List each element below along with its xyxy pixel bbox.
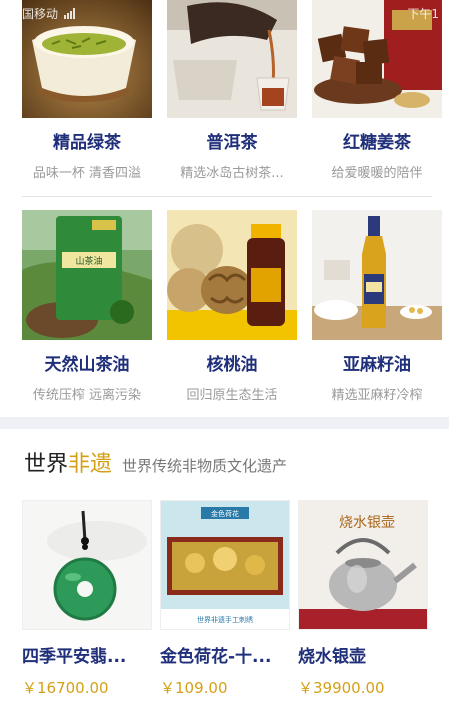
section-header-heritage: 世界 非遗 世界传统非物质文化遗产 <box>24 446 287 478</box>
product-card-jade-pendant[interactable]: 四季平安翡... ￥16700.00 <box>22 500 152 698</box>
product-row-tea: 精品绿茶 品味一杯 清香四溢 普洱茶 精选冰岛古树茶... 红糖姜茶 给爱暖暖的… <box>0 0 449 181</box>
kettle-banner-text: 烧水银壶 <box>339 515 395 531</box>
product-image-walnut-oil <box>167 210 297 340</box>
product-card-walnut-oil[interactable]: 核桃油 回归原生态生活 <box>167 210 304 403</box>
product-price: ￥39900.00 <box>298 679 385 697</box>
product-title: 精品绿茶 <box>53 133 121 153</box>
product-card-ginger-tea[interactable]: 红糖姜茶 给爱暖暖的陪伴 <box>312 0 449 181</box>
product-card-lotus-embroidery[interactable]: 金色荷花 世界非遗手工刺绣 金色荷花-十... ￥109.00 <box>160 500 290 698</box>
product-card-green-tea[interactable]: 精品绿茶 品味一杯 清香四溢 <box>22 0 159 181</box>
product-subtitle: 品味一杯 清香四溢 <box>32 166 142 181</box>
camellia-oil-label: 山茶油 <box>75 255 102 267</box>
product-image-silver-kettle: 烧水银壶 <box>298 500 428 630</box>
product-subtitle: 回归原生态生活 <box>186 388 278 403</box>
lotus-footer-text: 世界非遗手工刺绣 <box>197 615 253 624</box>
clock-label: 下午1 <box>407 6 439 21</box>
product-image-camellia-oil: 山茶油 <box>22 210 152 340</box>
product-title: 烧水银壶 <box>298 647 366 667</box>
product-price: ￥109.00 <box>160 679 228 697</box>
product-image-lotus-embroidery: 金色荷花 世界非遗手工刺绣 <box>160 500 290 630</box>
section-separator <box>0 417 449 429</box>
section-title: 世界 <box>24 452 69 477</box>
row-divider <box>22 196 432 197</box>
product-title: 四季平安翡... <box>22 647 127 667</box>
product-row-oil: 山茶油 天然山茶油 传统压榨 远离污染 核桃油 回归原生态生活 亚麻籽油 精选亚… <box>0 210 449 403</box>
product-price: ￥16700.00 <box>22 679 109 697</box>
product-title: 亚麻籽油 <box>343 355 411 375</box>
product-card-silver-kettle[interactable]: 烧水银壶 烧水银壶 ￥39900.00 <box>298 500 428 698</box>
product-subtitle: 精选冰岛古树茶... <box>180 166 284 181</box>
product-subtitle: 传统压榨 远离污染 <box>32 388 142 403</box>
product-subtitle: 精选亚麻籽冷榨 <box>331 388 423 403</box>
product-title: 普洱茶 <box>206 133 258 153</box>
product-card-flaxseed-oil[interactable]: 亚麻籽油 精选亚麻籽冷榨 <box>312 210 449 403</box>
product-image-flaxseed-oil <box>312 210 442 340</box>
product-title: 核桃油 <box>206 355 258 375</box>
product-title: 金色荷花-十... <box>160 647 272 667</box>
carrier-label: 中国移动 <box>10 6 59 21</box>
product-image-jade-pendant <box>22 500 152 630</box>
section-title-highlight: 非遗 <box>68 452 113 477</box>
product-card-camellia-oil[interactable]: 山茶油 天然山茶油 传统压榨 远离污染 <box>22 210 159 403</box>
status-bar: 中国移动 下午1 <box>0 0 449 26</box>
lotus-banner-text: 金色荷花 <box>211 509 239 518</box>
signal-icon <box>64 7 76 19</box>
product-subtitle: 给爱暖暖的陪伴 <box>331 166 423 181</box>
section-subtitle: 世界传统非物质文化遗产 <box>122 457 288 475</box>
product-title: 红糖姜茶 <box>343 133 411 153</box>
product-title: 天然山茶油 <box>44 355 130 375</box>
page: 中国移动 下午1 精品绿茶 品味一杯 清香四溢 普洱茶 精选冰岛古树茶... 红… <box>0 0 449 709</box>
product-card-puer[interactable]: 普洱茶 精选冰岛古树茶... <box>167 0 304 181</box>
product-row-heritage: 四季平安翡... ￥16700.00 金色荷花 世界非遗手工刺绣 金色荷花-十.… <box>0 500 449 698</box>
